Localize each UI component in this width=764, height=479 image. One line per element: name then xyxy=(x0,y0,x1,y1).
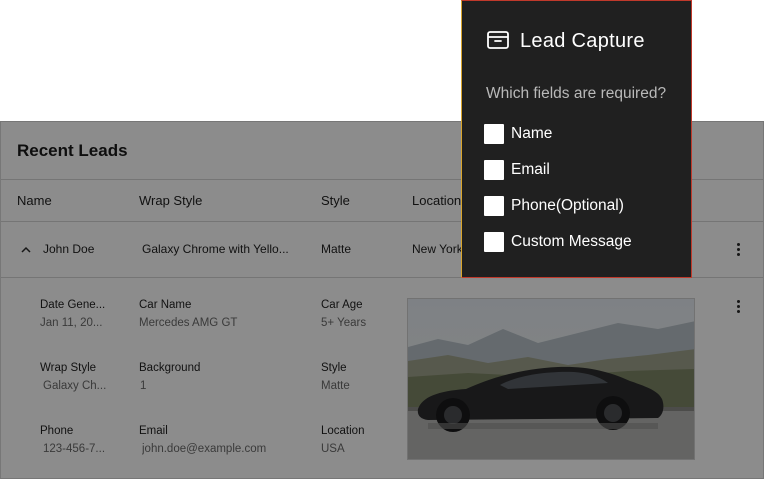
archive-box-icon xyxy=(487,31,509,49)
popover-title: Lead Capture xyxy=(520,30,645,52)
option-label: Custom Message xyxy=(511,233,632,250)
required-fields-question: Which fields are required? xyxy=(486,85,667,102)
option-label: Name xyxy=(511,125,553,142)
option-name[interactable]: Name xyxy=(484,123,552,145)
option-label: Email xyxy=(511,161,550,178)
option-email[interactable]: Email xyxy=(484,159,550,181)
name-checkbox[interactable] xyxy=(484,124,504,144)
option-phone[interactable]: Phone(Optional) xyxy=(484,195,624,217)
lead-capture-popover: Lead Capture Which fields are required? … xyxy=(461,0,692,278)
custom-message-checkbox[interactable] xyxy=(484,232,504,252)
email-checkbox[interactable] xyxy=(484,160,504,180)
option-label: Phone(Optional) xyxy=(511,197,624,214)
option-custom-message[interactable]: Custom Message xyxy=(484,231,632,253)
phone-checkbox[interactable] xyxy=(484,196,504,216)
